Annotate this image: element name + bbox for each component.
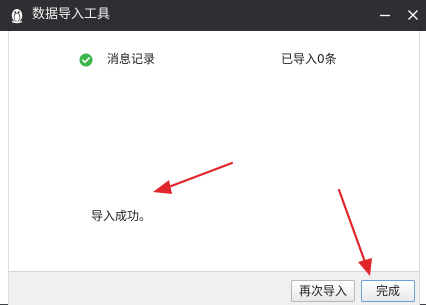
minimize-button[interactable]: [372, 0, 398, 31]
import-item-label: 消息记录: [107, 52, 156, 66]
finish-button[interactable]: 完成: [361, 280, 415, 302]
import-item-count: 已导入0条: [281, 52, 337, 66]
import-result-message: 导入成功。: [91, 209, 152, 223]
import-dialog: 数据导入工具 消息记录 已导入0条 导入成功。 再次导入 完成: [0, 0, 426, 305]
minimize-icon: [379, 6, 391, 25]
close-icon: [407, 6, 419, 25]
title-bar[interactable]: 数据导入工具: [0, 0, 426, 31]
close-button[interactable]: [400, 0, 426, 31]
dialog-content: [8, 31, 420, 271]
check-circle-icon: [79, 52, 93, 67]
penguin-icon: [8, 6, 26, 24]
window-title: 数据导入工具: [32, 7, 111, 22]
dialog-footer: 再次导入 完成: [8, 271, 420, 305]
reimport-button[interactable]: 再次导入: [291, 280, 355, 302]
